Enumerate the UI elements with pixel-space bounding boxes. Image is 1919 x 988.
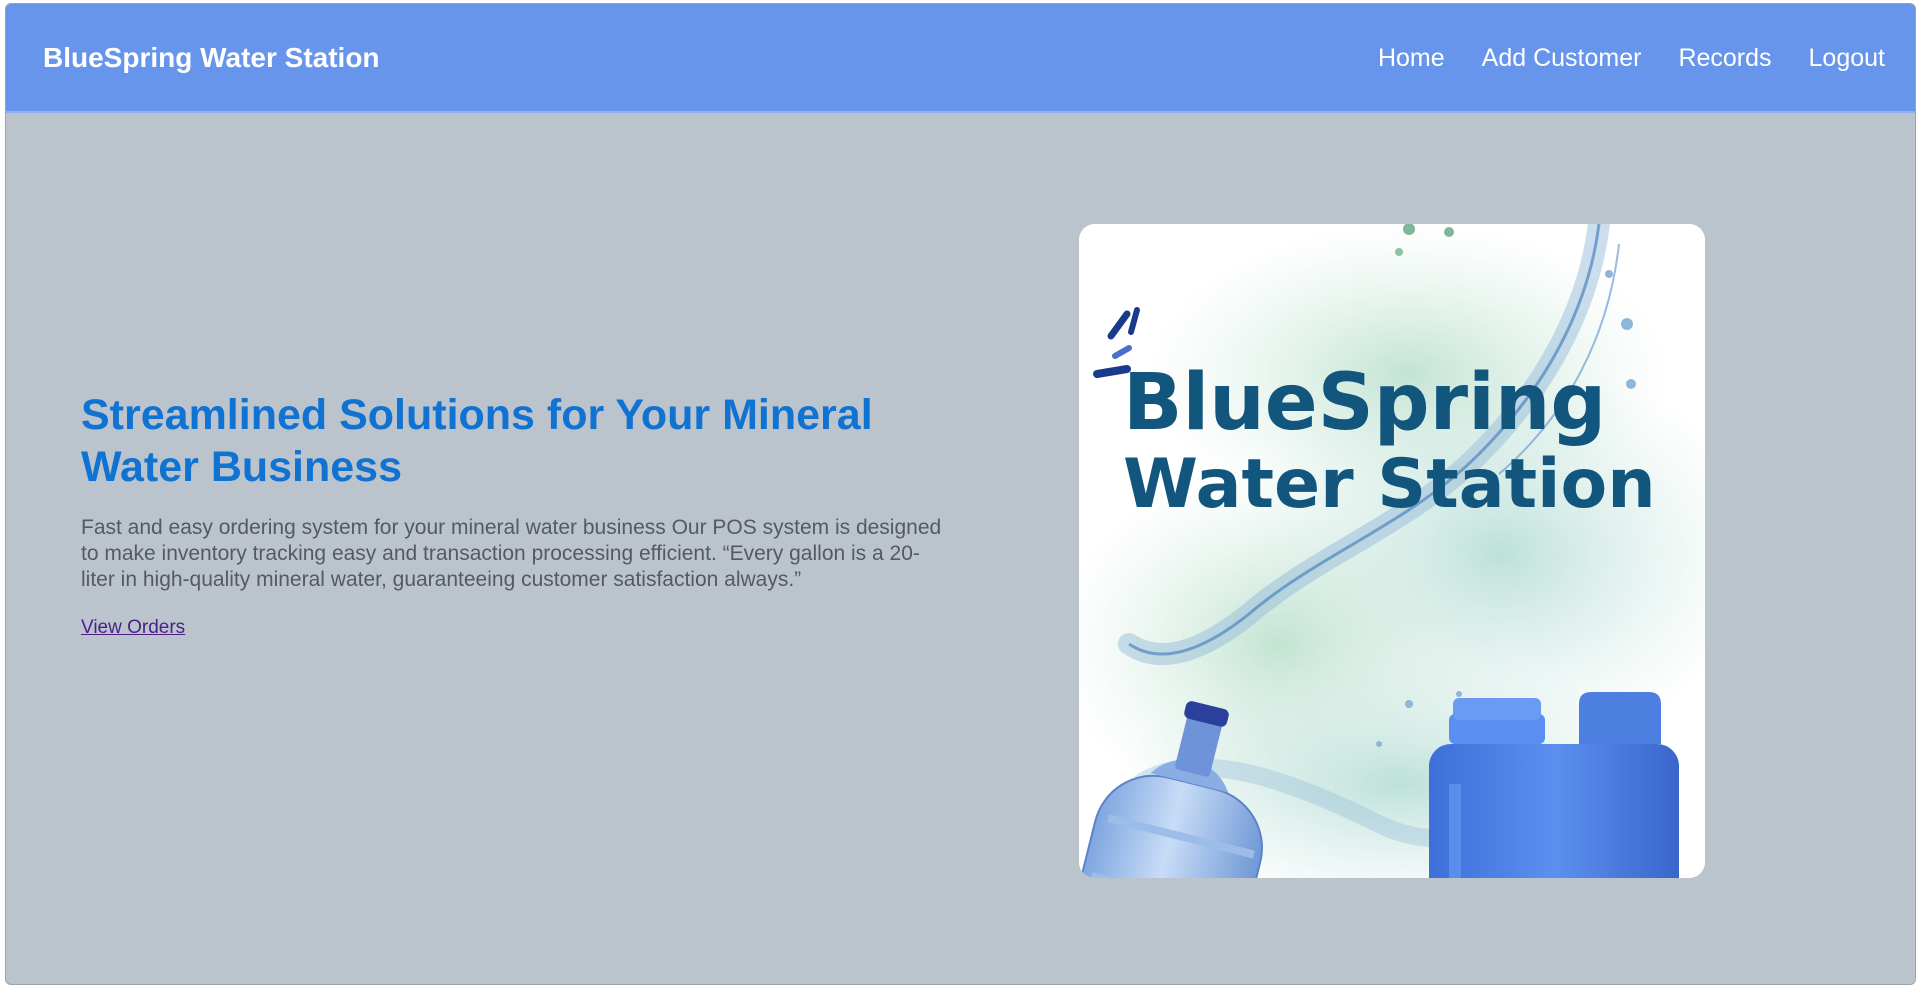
nav-links: Home Add Customer Records Logout [1341,42,1885,74]
hero-title: Streamlined Solutions for Your Mineral W… [81,391,873,491]
hero-image: BlueSpring Water Station [1079,224,1705,878]
app-window: BlueSpring Water Station Home Add Custom… [5,3,1916,985]
hero-section: Streamlined Solutions for Your Mineral W… [81,389,961,639]
nav-records-link[interactable]: Records [1678,42,1771,74]
water-station-illustration: BlueSpring Water Station [1079,224,1705,878]
nav-home-link[interactable]: Home [1378,42,1445,74]
logo-line1: BlueSpring [1123,358,1606,448]
navbar: BlueSpring Water Station Home Add Custom… [6,4,1915,113]
hero-description: Fast and easy ordering system for your m… [81,516,942,591]
brand-logo-text[interactable]: BlueSpring Water Station [43,41,380,75]
nav-add-customer-link[interactable]: Add Customer [1482,42,1642,74]
nav-logout-link[interactable]: Logout [1809,42,1885,74]
logo-line2: Water Station [1123,445,1656,524]
view-orders-link[interactable]: View Orders [81,617,185,639]
